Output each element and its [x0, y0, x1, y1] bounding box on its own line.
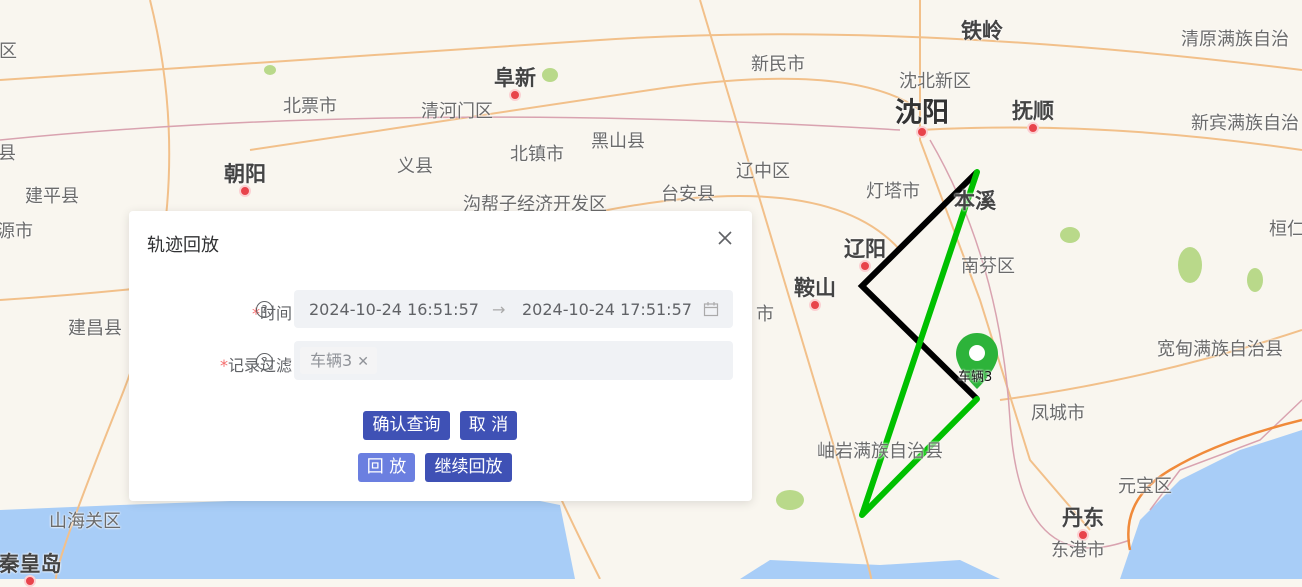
map-place-label: 县 — [0, 143, 16, 164]
map-place-label: 清原满族自治 — [1181, 29, 1289, 50]
vehicle-marker-label: 车辆3 — [958, 370, 993, 385]
map-place-label: 丹东 — [1062, 506, 1104, 530]
map-place-label: 台安县 — [661, 184, 715, 205]
map-place-label: 源市 — [0, 221, 33, 242]
map-place-label: 建平县 — [25, 186, 79, 207]
start-time-input[interactable]: 2024-10-24 16:51:57 — [309, 300, 479, 319]
city-dot-icon — [509, 89, 521, 101]
map-place-label: 铁岭 — [961, 19, 1003, 43]
map-place-label: 灯塔市 — [866, 181, 920, 202]
city-dot-icon — [24, 575, 36, 587]
help-icon[interactable]: ? — [256, 353, 273, 370]
track-playback-dialog: 轨迹回放 *时间 ? 2024-10-24 16:51:57 → 2024-10… — [129, 211, 752, 501]
city-dot-icon — [809, 299, 821, 311]
map-place-label: 清河门区 — [421, 101, 493, 122]
map-place-label: 沈北新区 — [899, 71, 971, 92]
help-icon[interactable]: ? — [256, 301, 273, 318]
map-place-label: 宽甸满族自治县 — [1157, 339, 1283, 360]
map-place-label: 秦皇岛 — [0, 552, 62, 576]
city-dot-icon — [1027, 122, 1039, 134]
map-place-label: 市 — [756, 304, 774, 325]
map-place-label: 朝阳 — [224, 162, 266, 186]
map-place-label: 辽中区 — [736, 161, 790, 182]
cancel-button[interactable]: 取 消 — [460, 411, 517, 440]
map-place-label: 新民市 — [751, 54, 805, 75]
time-range-picker[interactable]: 2024-10-24 16:51:57 → 2024-10-24 17:51:5… — [294, 290, 733, 328]
map-place-label: 辽阳 — [844, 237, 886, 261]
map-place-label: 元宝区 — [1118, 476, 1172, 497]
dialog-title: 轨迹回放 — [147, 235, 219, 256]
confirm-query-button[interactable]: 确认查询 — [363, 411, 450, 440]
filter-tag: 车辆3 ✕ — [300, 347, 378, 374]
continue-replay-button[interactable]: 继续回放 — [425, 453, 512, 482]
map-place-label: 黑山县 — [591, 131, 645, 152]
tag-close-icon[interactable]: ✕ — [357, 354, 369, 370]
map-place-label: 义县 — [397, 156, 433, 177]
map-place-label: 北镇市 — [510, 144, 564, 165]
map-place-label: 建昌县 — [68, 318, 122, 339]
range-separator: → — [492, 300, 506, 319]
map-place-label: 北票市 — [283, 96, 337, 117]
map-place-label: 阜新 — [494, 66, 536, 90]
record-filter-select[interactable]: 车辆3 ✕ — [294, 341, 733, 380]
sea-area — [1120, 430, 1302, 579]
city-dot-icon — [859, 260, 871, 272]
map-place-label: 桓仁 — [1269, 219, 1302, 240]
city-dot-icon — [916, 126, 928, 138]
map-place-label: 本溪 — [954, 189, 996, 213]
end-time-input[interactable]: 2024-10-24 17:51:57 — [522, 300, 692, 319]
map-place-label: 凤城市 — [1031, 403, 1085, 424]
map-place-label: 山海关区 — [49, 511, 121, 532]
city-dot-icon — [239, 185, 251, 197]
map-place-label: 岫岩满族自治县 — [817, 441, 943, 462]
map-place-label: 抚顺 — [1012, 99, 1054, 123]
map-place-label: 新宾满族自治 — [1191, 113, 1299, 134]
map-place-label: 鞍山 — [794, 276, 836, 300]
close-icon[interactable] — [716, 229, 734, 247]
calendar-icon[interactable] — [703, 301, 719, 317]
replay-button[interactable]: 回 放 — [358, 453, 415, 482]
map-place-label: 沈阳 — [895, 97, 949, 129]
map-place-label: 区 — [0, 41, 17, 62]
map-place-label: 东港市 — [1051, 540, 1105, 561]
map-place-label: 南芬区 — [961, 256, 1015, 277]
